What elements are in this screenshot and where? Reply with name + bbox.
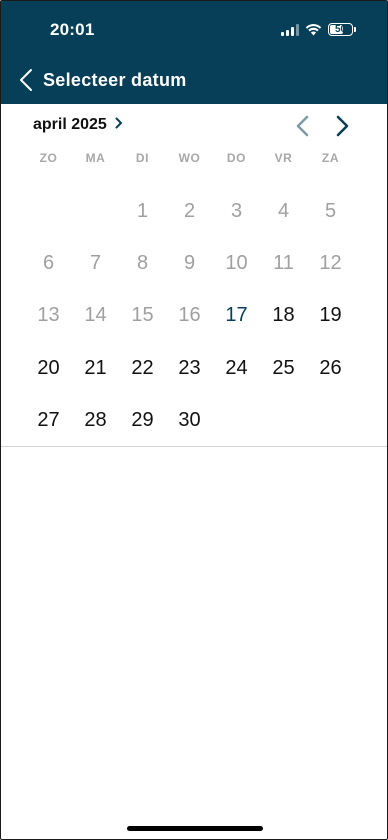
day-cell: 2 — [183, 199, 196, 222]
app-screen: 20:01 50 Selecteer datum april 2025 ZO M… — [0, 0, 388, 840]
day-cell[interactable]: 27 — [25, 394, 72, 446]
day-cell[interactable]: 26 — [307, 342, 354, 394]
day-cell: 1 — [136, 199, 149, 222]
month-year-picker[interactable]: april 2025 — [33, 116, 123, 134]
weekday-label: VR — [274, 151, 293, 165]
weekday-header: ZO MA DI WO DO VR ZA — [25, 151, 353, 165]
empty-day-cell — [72, 185, 119, 237]
weekday-label: DI — [135, 151, 150, 165]
status-time: 20:01 — [50, 20, 95, 39]
chevron-left-icon — [293, 115, 313, 142]
battery-icon: 50 — [328, 23, 356, 36]
status-icons: 50 — [281, 23, 356, 36]
day-cell: 3 — [230, 199, 243, 222]
day-cell: 10 — [225, 251, 248, 274]
date-picker-calendar: april 2025 ZO MA DI WO DO VR ZA 1 2 3 4 … — [1, 104, 387, 431]
day-cell: 9 — [183, 251, 196, 274]
day-cell: 11 — [273, 251, 294, 274]
day-cell[interactable]: 30 — [166, 394, 213, 446]
weekday-label: DO — [226, 151, 247, 165]
day-cell[interactable]: 24 — [213, 342, 260, 394]
day-cell[interactable]: 19 — [307, 290, 354, 342]
day-cell: 5 — [324, 199, 337, 222]
day-cell[interactable]: 25 — [260, 342, 307, 394]
day-cell[interactable]: 23 — [166, 342, 213, 394]
wifi-icon — [305, 23, 322, 36]
next-month-button[interactable] — [332, 114, 352, 143]
weekday-label: ZO — [39, 151, 58, 165]
divider — [1, 446, 387, 447]
chevron-right-icon — [115, 116, 123, 134]
day-cell[interactable]: 29 — [119, 394, 166, 446]
month-year-label: april 2025 — [33, 116, 107, 133]
weekday-label: WO — [178, 151, 201, 165]
status-bar: 20:01 50 — [1, 1, 387, 61]
page-title: Selecteer datum — [43, 69, 187, 90]
day-cell[interactable]: 28 — [72, 394, 119, 446]
day-grid: 1 2 3 4 5 6 7 8 9 10 11 12 13 14 15 16 17 18 19 20 21 22 23 24 2… — [25, 185, 353, 446]
day-cell[interactable]: 22 — [119, 342, 166, 394]
day-cell: 6 — [42, 251, 55, 274]
navigation-header: 20:01 50 Selecteer datum — [1, 1, 387, 104]
weekday-label: MA — [85, 151, 106, 165]
month-navigation: april 2025 — [1, 104, 387, 146]
day-cell: 16 — [178, 304, 201, 327]
day-cell: 7 — [89, 251, 102, 274]
day-cell: 8 — [136, 251, 149, 274]
cellular-signal-icon — [281, 23, 299, 36]
day-cell: 13 — [37, 304, 60, 327]
day-cell[interactable]: 21 — [72, 342, 119, 394]
chevron-right-icon — [332, 115, 352, 142]
back-button[interactable]: Selecteer datum — [19, 68, 187, 92]
day-cell: 14 — [84, 304, 107, 327]
day-cell[interactable]: 18 — [260, 290, 307, 342]
weekday-label: ZA — [321, 151, 340, 165]
chevron-left-icon — [19, 68, 33, 92]
day-cell-today[interactable]: 17 — [213, 290, 260, 342]
empty-day-cell — [25, 185, 72, 237]
day-cell: 12 — [319, 251, 342, 274]
previous-month-button[interactable] — [293, 114, 313, 143]
home-indicator — [127, 826, 263, 831]
battery-level: 50 — [334, 23, 347, 35]
day-cell: 4 — [277, 199, 290, 222]
day-cell: 15 — [131, 304, 154, 327]
day-cell[interactable]: 20 — [25, 342, 72, 394]
